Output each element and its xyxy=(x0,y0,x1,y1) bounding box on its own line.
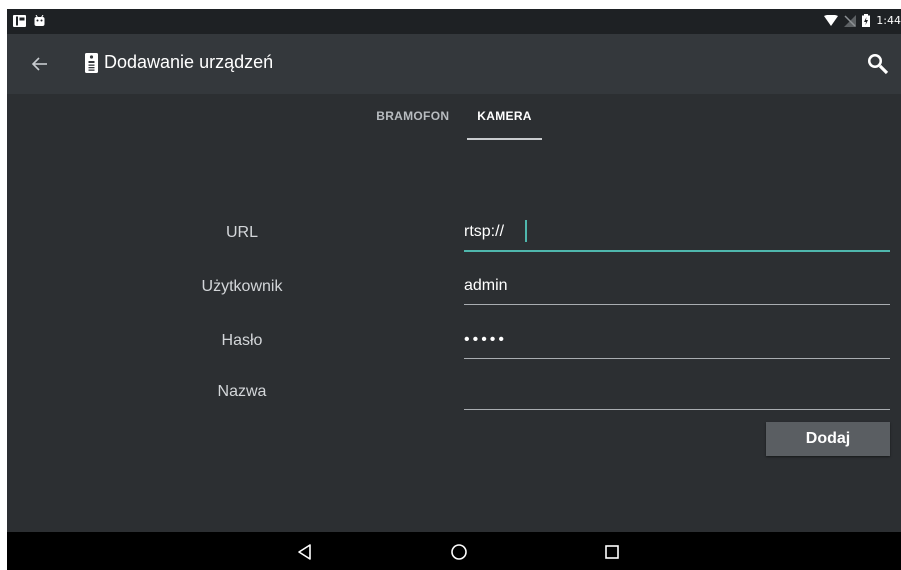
status-left xyxy=(13,15,45,27)
arrow-back-icon xyxy=(31,57,47,71)
android-icon xyxy=(34,15,45,26)
navigation-bar xyxy=(7,532,901,570)
device-type-tabs: BRAMOFON KAMERA xyxy=(7,94,901,144)
status-bar: 1:44 xyxy=(7,9,901,34)
device-screen: 1:44 Dodawanie urządzeń BRAMOFON KAMERA … xyxy=(7,9,901,570)
user-field-wrap xyxy=(464,270,890,305)
password-row: Hasło xyxy=(7,324,901,364)
nav-recents-button[interactable] xyxy=(600,540,624,564)
name-field-wrap xyxy=(464,375,890,410)
tab-bramofon[interactable]: BRAMOFON xyxy=(366,94,459,140)
nav-back-button[interactable] xyxy=(293,540,317,564)
status-time: 1:44 xyxy=(876,14,901,27)
password-label: Hasło xyxy=(221,332,263,349)
user-row: Użytkownik xyxy=(7,270,901,310)
notification-icon xyxy=(13,15,26,27)
name-input[interactable] xyxy=(464,375,890,407)
password-field-wrap xyxy=(464,324,890,359)
recents-square-icon xyxy=(605,545,619,559)
wifi-icon xyxy=(824,15,839,26)
search-icon xyxy=(868,54,889,75)
password-input[interactable] xyxy=(464,324,890,356)
name-row: Nazwa xyxy=(7,375,901,415)
intercom-device-icon xyxy=(85,52,98,73)
text-cursor xyxy=(525,220,527,242)
title-group: Dodawanie urządzeń xyxy=(85,52,273,73)
battery-icon xyxy=(862,14,871,27)
url-row: URL xyxy=(7,216,901,256)
page-title: Dodawanie urządzeń xyxy=(104,52,274,72)
name-label: Nazwa xyxy=(217,383,267,400)
search-button[interactable] xyxy=(865,51,891,77)
url-input[interactable] xyxy=(464,216,890,248)
no-signal-icon xyxy=(844,14,857,27)
app-bar: Dodawanie urządzeń xyxy=(7,34,901,94)
add-button[interactable]: Dodaj xyxy=(766,422,890,456)
status-right: 1:44 xyxy=(824,14,901,27)
back-button[interactable] xyxy=(25,50,55,78)
user-label: Użytkownik xyxy=(201,278,283,295)
user-input[interactable] xyxy=(464,270,890,302)
nav-home-button[interactable] xyxy=(447,540,471,564)
back-triangle-icon xyxy=(298,544,311,560)
tab-kamera[interactable]: KAMERA xyxy=(467,94,543,140)
url-label: URL xyxy=(225,224,258,241)
url-field-wrap xyxy=(464,216,890,252)
home-circle-icon xyxy=(451,544,467,560)
